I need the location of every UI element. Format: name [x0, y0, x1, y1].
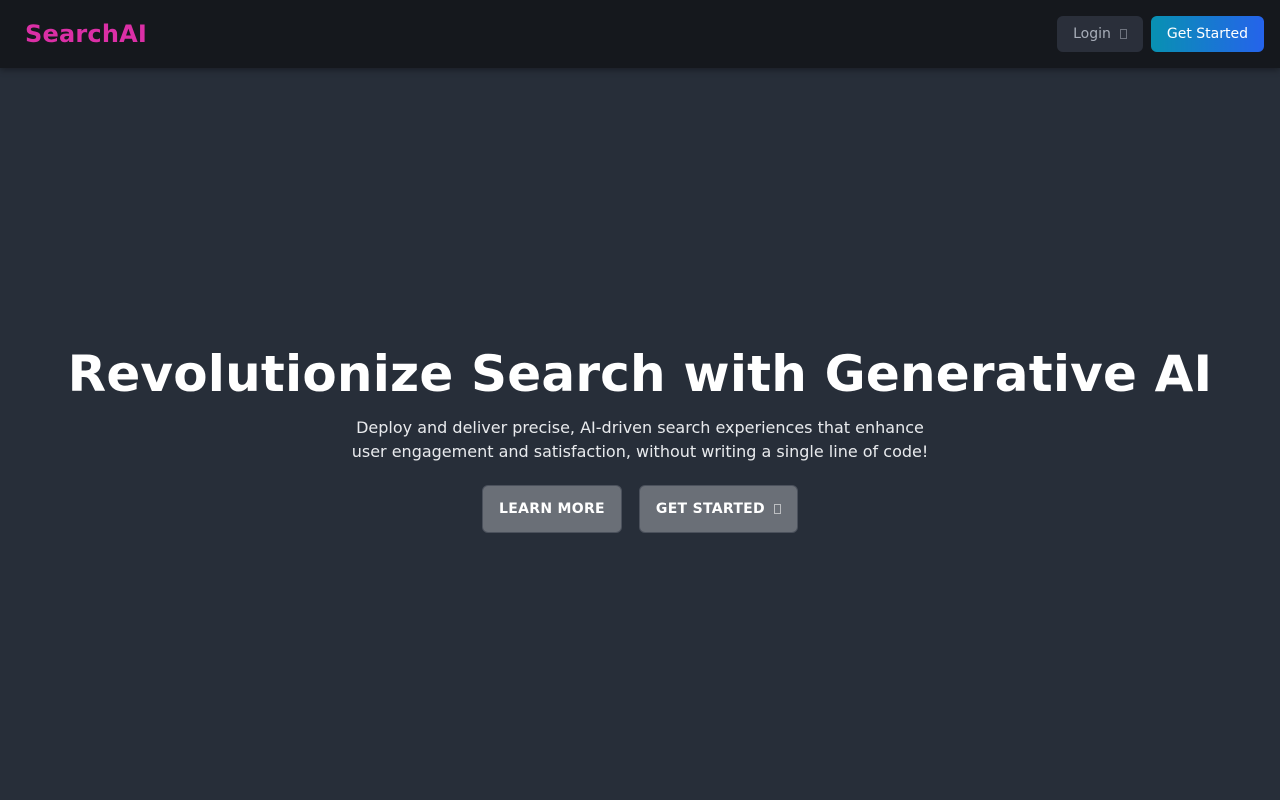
get-started-label: Get Started — [1166, 26, 1248, 42]
hero-section: Revolutionize Search with Generative AI … — [0, 68, 1280, 800]
hero-title: Revolutionize Search with Generative AI — [67, 344, 1213, 403]
learn-more-label: LEARN MORE — [499, 500, 605, 517]
login-label: Login — [1073, 26, 1111, 42]
get-started-button[interactable]: Get Started — [1150, 16, 1264, 52]
hero-actions: LEARN MORE GET STARTED — [482, 484, 798, 533]
hero-get-started-button[interactable]: GET STARTED — [638, 484, 798, 533]
arrow-right-icon — [773, 503, 781, 514]
brand-logo[interactable]: SearchAI — [25, 20, 147, 48]
hero-get-started-label: GET STARTED — [655, 500, 765, 517]
learn-more-button[interactable]: LEARN MORE — [482, 484, 622, 533]
hero-subtitle: Deploy and deliver precise, AI-driven se… — [351, 417, 929, 461]
login-button[interactable]: Login — [1057, 16, 1143, 52]
top-navbar: SearchAI Login Get Started — [0, 0, 1280, 68]
external-link-icon — [1119, 29, 1127, 39]
nav-actions: Login Get Started — [1057, 16, 1264, 52]
